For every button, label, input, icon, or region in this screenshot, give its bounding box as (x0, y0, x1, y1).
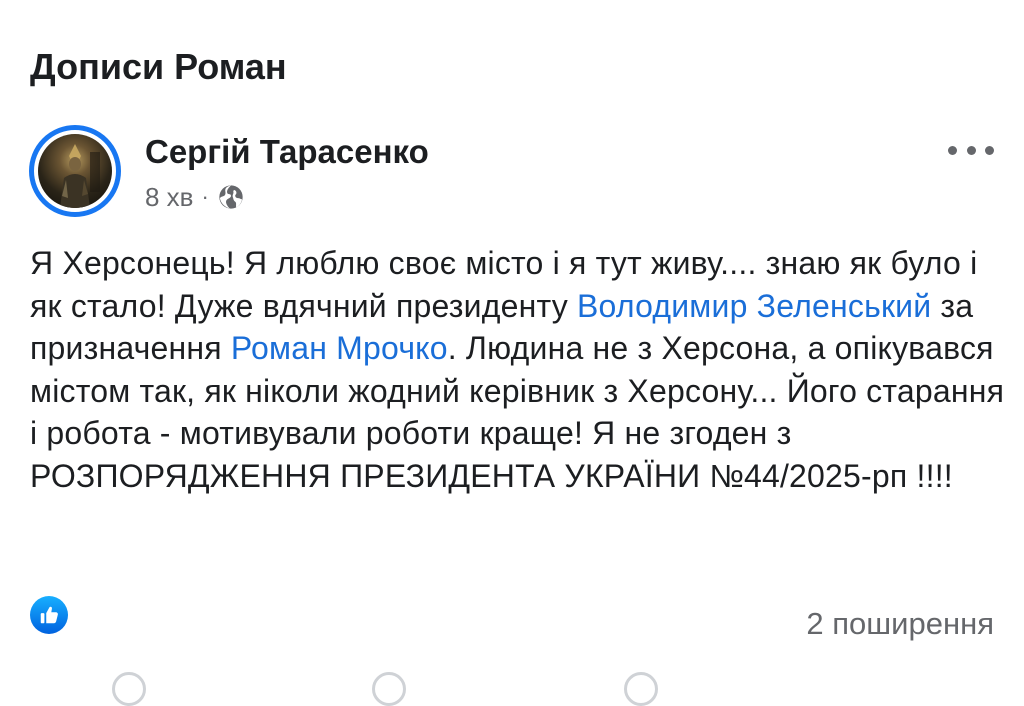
post-meta: 8 хв · (145, 180, 245, 214)
meta-separator: · (201, 184, 209, 209)
author-name-link[interactable]: Сергій Тарасенко (145, 132, 429, 172)
post-text: Я Херсонець! Я люблю своє місто і я тут … (30, 242, 1005, 497)
thumbs-up-icon (40, 606, 58, 624)
globe-icon (219, 185, 243, 209)
more-dot-icon (966, 145, 976, 155)
post-action-bar (0, 668, 1024, 706)
more-dot-icon (948, 145, 957, 155)
mention-link[interactable]: Роман Мрочко (231, 330, 448, 366)
more-dot-icon (985, 145, 994, 155)
share-action-icon[interactable] (624, 672, 658, 706)
like-action-icon[interactable] (112, 672, 146, 706)
like-reaction-icon[interactable] (30, 596, 68, 634)
post-time[interactable]: 8 хв (145, 180, 194, 214)
shares-count[interactable]: 2 поширення (806, 604, 994, 644)
mention-link[interactable]: Володимир Зеленський (577, 288, 931, 324)
avatar-image (38, 134, 112, 208)
avatar-figure-icon (60, 144, 100, 208)
post-options-button[interactable] (948, 138, 994, 162)
author-avatar[interactable] (29, 125, 121, 217)
comment-action-icon[interactable] (372, 672, 406, 706)
section-title: Дописи Роман (30, 46, 287, 87)
